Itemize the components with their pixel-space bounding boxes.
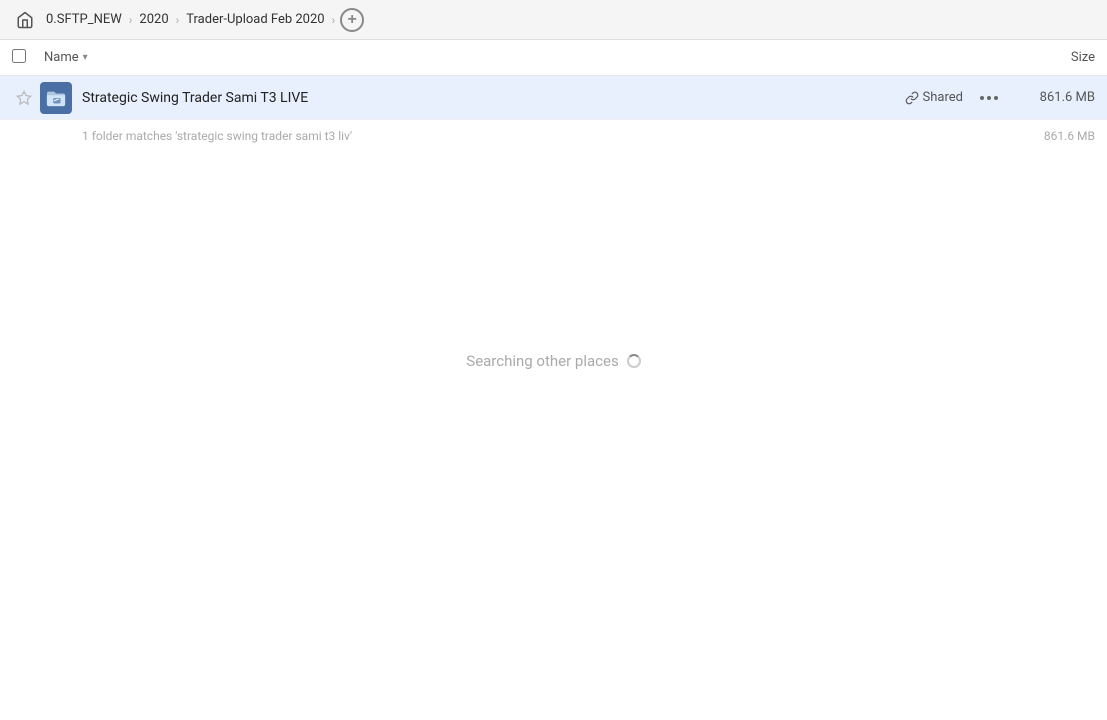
select-all-checkbox[interactable] <box>12 49 26 63</box>
star-icon <box>16 90 32 106</box>
link-icon <box>905 91 919 105</box>
star-button[interactable] <box>12 90 36 106</box>
more-icon <box>980 96 998 100</box>
breadcrumb: 0.SFTP_NEW › 2020 › Trader-Upload Feb 20… <box>42 10 336 29</box>
breadcrumb-separator-2: › <box>176 13 180 27</box>
file-row[interactable]: Strategic Swing Trader Sami T3 LIVE Shar… <box>0 76 1107 120</box>
searching-text: Searching other places <box>466 352 618 370</box>
folder-icon <box>40 82 72 114</box>
toolbar: 0.SFTP_NEW › 2020 › Trader-Upload Feb 20… <box>0 0 1107 40</box>
column-header: Name ▾ Size <box>0 40 1107 76</box>
searching-area: Searching other places <box>0 352 1107 370</box>
more-options-button[interactable] <box>975 84 1003 112</box>
summary-row: 1 folder matches 'strategic swing trader… <box>0 120 1107 152</box>
breadcrumb-separator-1: › <box>129 13 133 27</box>
breadcrumb-separator-3: › <box>332 13 336 27</box>
select-all-checkbox-container[interactable] <box>12 49 36 67</box>
name-column-label: Name <box>44 50 79 65</box>
loading-spinner <box>627 354 641 368</box>
size-column-header: Size <box>1015 50 1095 65</box>
breadcrumb-sftp[interactable]: 0.SFTP_NEW <box>42 10 126 29</box>
summary-text: 1 folder matches 'strategic swing trader… <box>12 129 1015 143</box>
sort-icon: ▾ <box>83 52 88 63</box>
add-button[interactable]: + <box>340 8 364 32</box>
breadcrumb-trader-upload[interactable]: Trader-Upload Feb 2020 <box>182 10 328 29</box>
breadcrumb-2020[interactable]: 2020 <box>135 10 172 29</box>
home-icon <box>16 11 34 29</box>
folder-name: Strategic Swing Trader Sami T3 LIVE <box>82 90 905 106</box>
file-size: 861.6 MB <box>1015 90 1095 105</box>
shared-badge: Shared <box>905 90 963 105</box>
home-button[interactable] <box>12 9 38 31</box>
name-column-header[interactable]: Name ▾ <box>44 50 1015 65</box>
summary-size: 861.6 MB <box>1015 129 1095 143</box>
shared-label: Shared <box>923 90 963 105</box>
folder-svg <box>45 88 67 108</box>
